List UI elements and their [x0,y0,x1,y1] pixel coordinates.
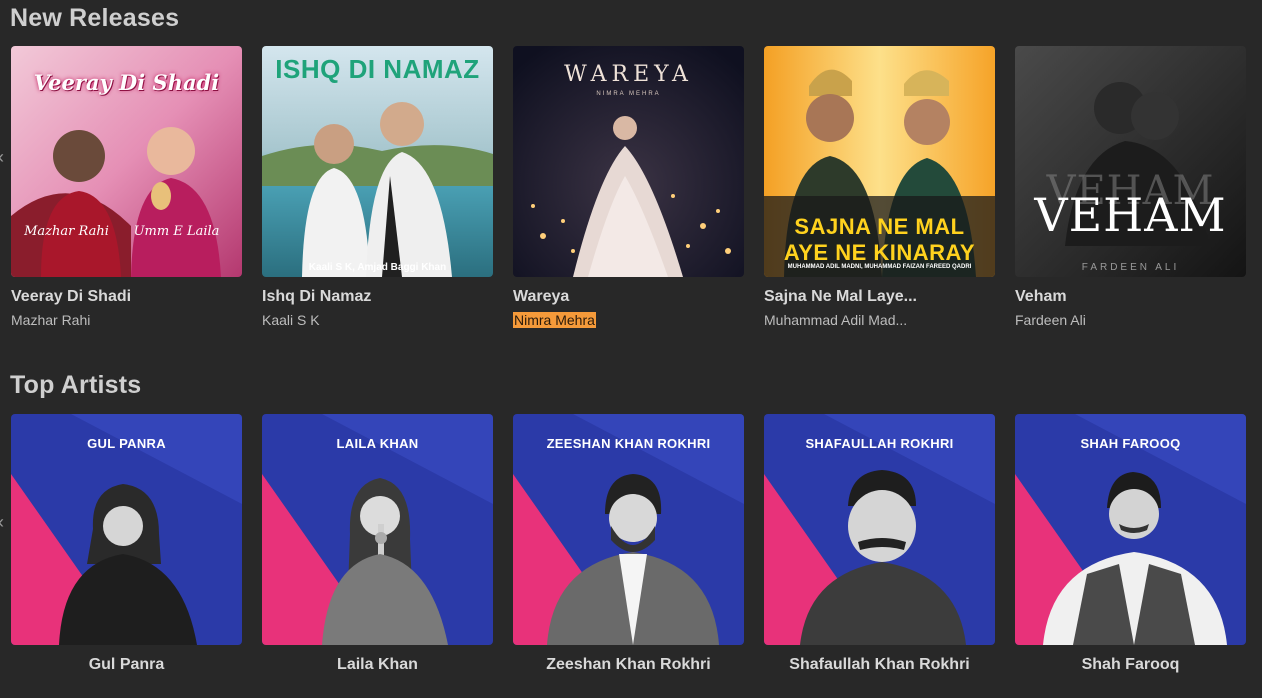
album-title-text: Veeray Di Shadi [33,70,220,95]
new-releases-row: Veeray Di Shadi Mazhar Rahi Umm E Laila … [11,46,1251,328]
artist-image[interactable]: LAILA KHAN [262,414,493,645]
album-cover[interactable]: Veeray Di Shadi Mazhar Rahi Umm E Laila [11,46,242,277]
album-artist-text: MUHAMMAD ADIL MADNI, MUHAMMAD FAIZAN FAR… [787,264,972,270]
release-card-veeray-di-shadi[interactable]: Veeray Di Shadi Mazhar Rahi Umm E Laila … [11,46,242,328]
album-title-text: WAREYA [564,62,693,87]
artist-card-shah-farooq[interactable]: SHAH FAROOQ Shah Farooq [1015,414,1246,674]
release-artist[interactable]: Kaali S K [262,312,493,328]
artist-name[interactable]: Laila Khan [262,656,493,674]
release-artist[interactable]: Nimra Mehra [513,312,744,328]
artist-card-laila-khan[interactable]: LAILA KHAN Laila Khan [262,414,493,674]
artist-image[interactable]: SHAFAULLAH ROKHRI [764,414,995,645]
release-artist[interactable]: Fardeen Ali [1015,312,1246,328]
release-title[interactable]: Sajna Ne Mal Laye... [764,288,995,306]
artist-name[interactable]: Shah Farooq [1015,656,1246,674]
artist-name[interactable]: Shafaullah Khan Rokhri [764,656,995,674]
artist-card-gul-panra[interactable]: GUL PANRA Gul Panra [11,414,242,674]
album-artist-text: FARDEEN ALI [1081,262,1180,273]
album-cover[interactable]: SAJNA NE MAL AYE NE KINARAY MUHAMMAD ADI… [764,46,995,277]
artist-name[interactable]: Gul Panra [11,656,242,674]
artist-image[interactable]: ZEESHAN KHAN ROKHRI [513,414,744,645]
album-title-text-line2: AYE NE KINARAY [783,240,976,265]
album-cover[interactable]: ISHQ DI NAMAZ Kaali S K, Amjad Baggi Kha… [262,46,493,277]
release-artist[interactable]: Mazhar Rahi [11,312,242,328]
release-card-sajna-ne-mal[interactable]: SAJNA NE MAL AYE NE KINARAY MUHAMMAD ADI… [764,46,995,328]
release-title[interactable]: Veeray Di Shadi [11,288,242,306]
album-title-text: ISHQ DI NAMAZ [275,54,480,84]
artist-card-shafaullah-khan-rokhri[interactable]: SHAFAULLAH ROKHRI Shafaullah Khan Rokhri [764,414,995,674]
release-artist-highlighted[interactable]: Nimra Mehra [513,312,596,328]
album-artist-text: Kaali S K, Amjad Baggi Khan [308,262,447,273]
artist-caption: GUL PANRA [87,436,166,451]
artist-caption: LAILA KHAN [336,436,419,451]
album-artist-text: Umm E Laila [133,224,220,239]
album-cover[interactable]: VEHAM VEHAM FARDEEN ALI [1015,46,1246,277]
album-title-text: SAJNA NE MAL [794,214,965,239]
album-title-text: VEHAM [1034,188,1227,242]
artist-name[interactable]: Zeeshan Khan Rokhri [513,656,744,674]
artist-card-zeeshan-khan-rokhri[interactable]: ZEESHAN KHAN ROKHRI Zeeshan Khan Rokhri [513,414,744,674]
artist-caption: SHAH FAROOQ [1080,436,1181,451]
new-releases-heading: New Releases [10,4,180,32]
release-title[interactable]: Ishq Di Namaz [262,288,493,306]
release-card-wareya[interactable]: WAREYA NIMRA MEHRA Wareya Nimra Mehra [513,46,744,328]
release-card-veham[interactable]: VEHAM VEHAM FARDEEN ALI Veham Fardeen Al… [1015,46,1246,328]
artist-image[interactable]: SHAH FAROOQ [1015,414,1246,645]
album-artist-text: NIMRA MEHRA [596,91,661,97]
release-card-ishq-di-namaz[interactable]: ISHQ DI NAMAZ Kaali S K, Amjad Baggi Kha… [262,46,493,328]
artist-image[interactable]: GUL PANRA [11,414,242,645]
artist-caption: SHAFAULLAH ROKHRI [805,436,954,451]
chevron-left-icon[interactable]: ‹ [0,513,6,531]
release-title[interactable]: Veham [1015,288,1246,306]
album-cover[interactable]: WAREYA NIMRA MEHRA [513,46,744,277]
release-artist[interactable]: Muhammad Adil Mad... [764,312,995,328]
chevron-left-icon[interactable]: ‹ [0,148,6,166]
top-artists-heading: Top Artists [10,371,142,399]
release-title[interactable]: Wareya [513,288,744,306]
top-artists-row: GUL PANRA Gul Panra LAILA KHAN Laila Kha… [11,414,1251,674]
artist-caption: ZEESHAN KHAN ROKHRI [546,436,711,451]
